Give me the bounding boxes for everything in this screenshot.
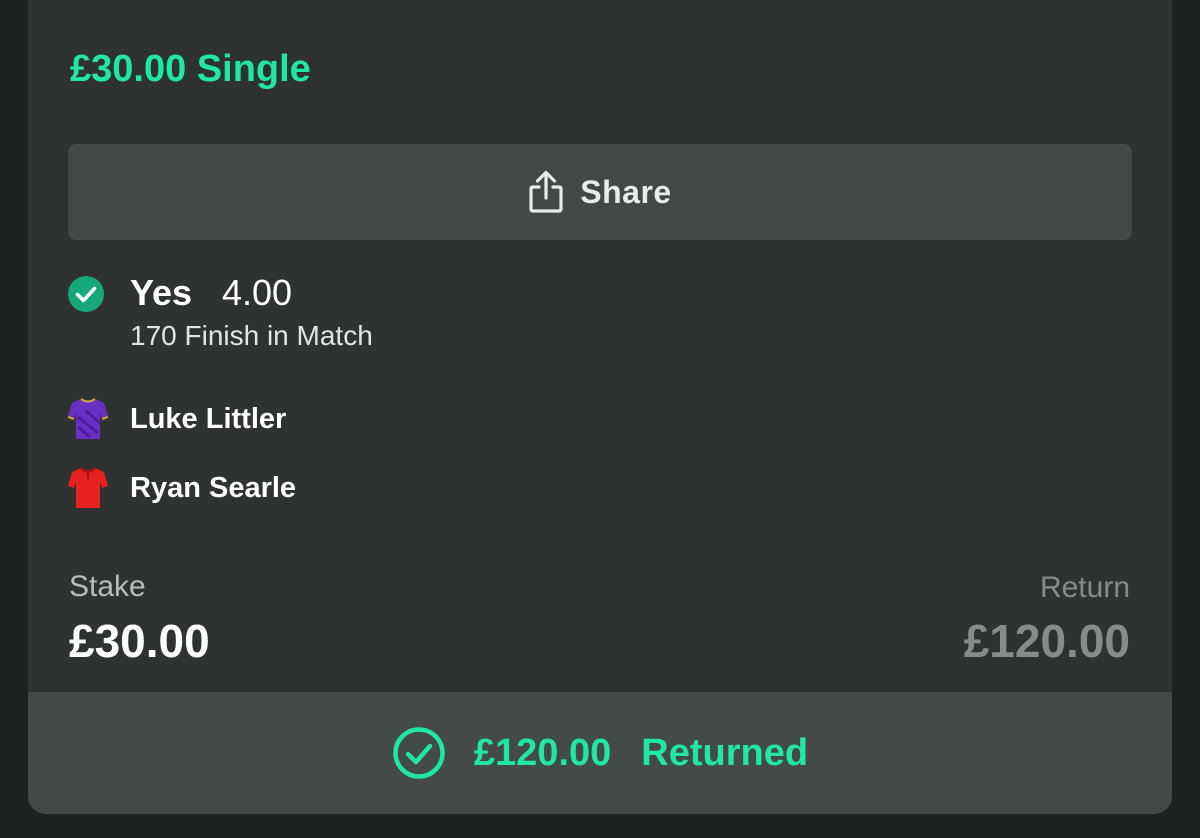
check-circle-icon [68, 276, 104, 312]
returned-banner: £120.00 Returned [28, 692, 1172, 814]
returned-status: Returned [641, 731, 809, 774]
selection-odds: 4.00 [222, 272, 293, 313]
stake-value: £30.00 [69, 615, 210, 667]
player-name: Luke Littler [130, 402, 287, 435]
player-name: Ryan Searle [130, 471, 297, 504]
bet-card: £30.00 Single Share Yes 4.00 170 Finish … [28, 0, 1172, 814]
bet-title: £30.00 Single [70, 48, 311, 90]
check-circle-outline-icon [392, 726, 446, 780]
return-label: Return [1039, 571, 1130, 604]
selection-name: Yes [130, 272, 193, 313]
stake-label: Stake [69, 570, 146, 603]
return-value: £120.00 [963, 615, 1130, 667]
red-shirt-icon [68, 466, 108, 510]
selection-market: 170 Finish in Match [130, 320, 373, 351]
player-row-ryan-searle: Ryan Searle [68, 466, 296, 510]
share-label: Share [580, 173, 672, 210]
share-button[interactable]: Share [68, 144, 1132, 240]
purple-shirt-icon [68, 397, 108, 441]
player-row-luke-littler: Luke Littler [68, 397, 286, 441]
share-icon [528, 170, 564, 214]
returned-amount: £120.00 [473, 731, 612, 774]
